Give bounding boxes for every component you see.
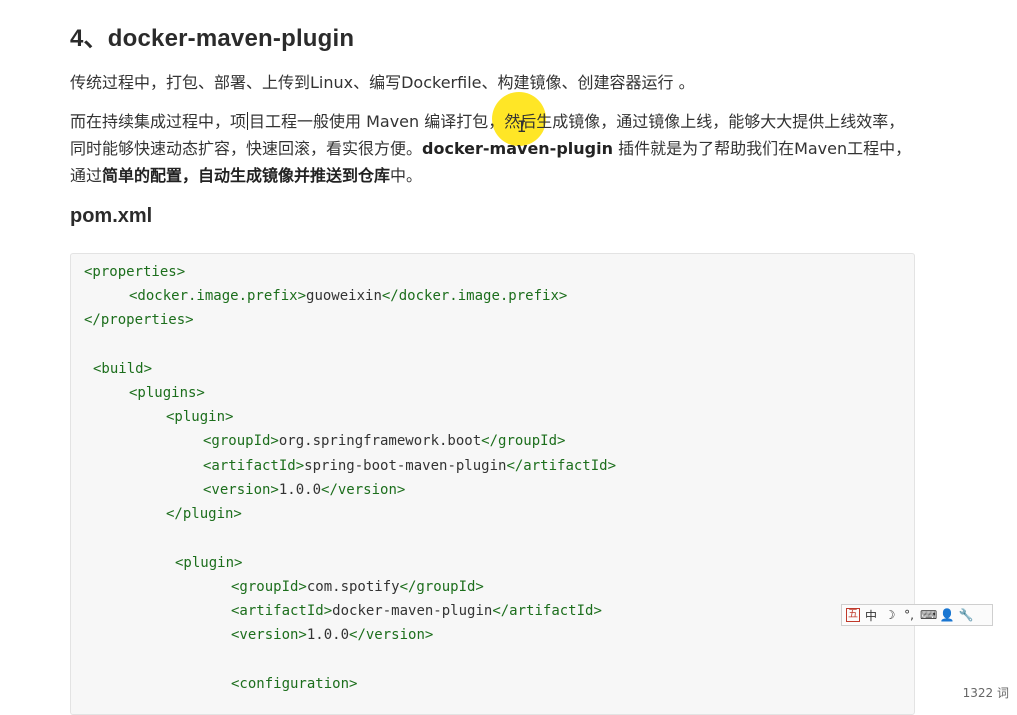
- code-block: <properties> <docker.image.prefix>guowei…: [70, 253, 915, 715]
- chinese-mode-toggle[interactable]: 中: [863, 607, 879, 624]
- paragraph-text: 中。: [390, 166, 423, 185]
- code-line: <version>1.0.0</version>: [231, 627, 434, 643]
- code-line: </properties>: [84, 312, 194, 328]
- code-line: <groupId>com.spotify</groupId>: [231, 579, 484, 595]
- code-line: <artifactId>docker-maven-plugin</artifac…: [231, 603, 602, 619]
- code-line: <build>: [93, 361, 153, 377]
- moon-icon[interactable]: ☽: [882, 608, 898, 622]
- paragraph-traditional-process: 传统过程中，打包、部署、上传到Linux、编写Dockerfile、构建镜像、创…: [70, 73, 695, 92]
- code-line: <docker.image.prefix>guoweixin</docker.i…: [129, 288, 568, 304]
- code-line: </plugin>: [166, 506, 242, 522]
- code-line: <plugins>: [129, 385, 205, 401]
- section-heading: 4、docker-maven-plugin: [70, 25, 355, 52]
- user-icon[interactable]: 👤: [939, 608, 955, 622]
- ime-toolbar[interactable]: 五 中 ☽ °, ⌨ 👤 🔧: [841, 604, 993, 626]
- document-page: 4、docker-maven-plugin 传统过程中，打包、部署、上传到Lin…: [0, 0, 1017, 715]
- wrench-icon[interactable]: 🔧: [958, 608, 974, 622]
- code-line: <version>1.0.0</version>: [203, 482, 406, 498]
- code-line: <configuration>: [231, 676, 358, 692]
- keyboard-icon[interactable]: ⌨: [920, 608, 937, 622]
- plugin-name-bold: docker-maven-plugin: [422, 139, 613, 158]
- code-line: <plugin>: [166, 409, 234, 425]
- code-line: <properties>: [84, 264, 186, 280]
- paragraph-text: 而在持续集成过程中，项: [70, 112, 247, 131]
- word-count: 1322 词: [962, 686, 1009, 700]
- text-caret: [247, 112, 249, 130]
- ibeam-cursor-icon: I: [517, 117, 527, 136]
- code-line: <artifactId>spring-boot-maven-plugin</ar…: [203, 458, 617, 474]
- ime-logo-icon[interactable]: 五: [846, 608, 860, 622]
- emphasis-bold: 简单的配置，自动生成镜像并推送到仓库: [102, 166, 391, 185]
- code-line: <plugin>: [175, 555, 243, 571]
- code-line: <groupId>org.springframework.boot</group…: [203, 433, 566, 449]
- subheading-pom: pom.xml: [70, 205, 153, 227]
- paragraph-ci-process: 而在持续集成过程中，项 目工程一般使用 Maven 编译打包，然后生成镜像，通过镜…: [70, 108, 915, 189]
- punctuation-icon[interactable]: °,: [901, 608, 917, 622]
